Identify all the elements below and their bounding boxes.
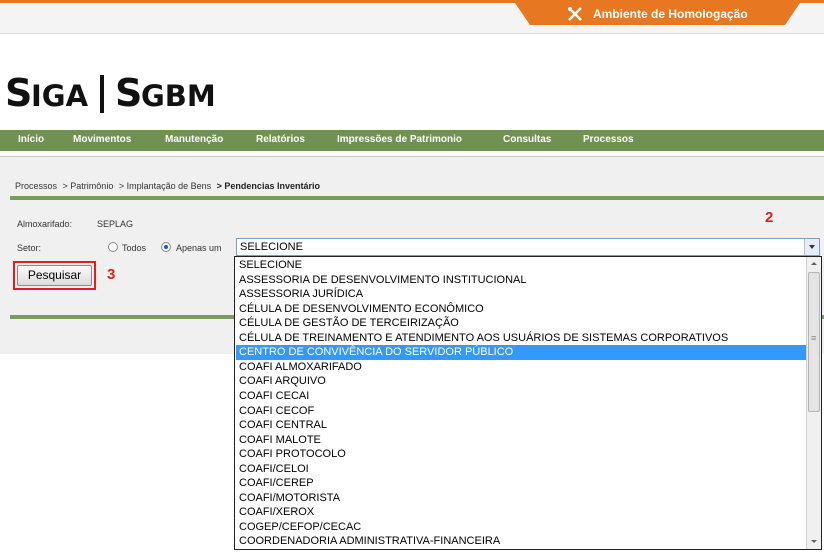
dropdown-option[interactable]: ASSESSORIA JURÍDICA — [236, 287, 806, 302]
breadcrumb-patrimonio[interactable]: > Patrimônio — [63, 181, 114, 191]
scroll-thumb[interactable] — [808, 272, 820, 412]
dropdown-option[interactable]: COAFI PROTOCOLO — [236, 447, 806, 462]
nav-item-relatorios[interactable]: Relatórios — [256, 134, 305, 145]
environment-label: Ambiente de Homologação — [593, 7, 748, 21]
dropdown-option[interactable]: COAFI/XEROX — [236, 505, 806, 520]
dropdown-option[interactable]: COAFI CECOF — [236, 404, 806, 419]
chevron-down-icon[interactable] — [804, 239, 819, 255]
scroll-up-arrow-icon[interactable] — [807, 257, 821, 271]
nav-item-movimentos[interactable]: Movimentos — [73, 134, 131, 145]
svg-text:S: S — [115, 71, 142, 115]
radio-apenas-um-label: Apenas um — [176, 243, 222, 253]
breadcrumb-current: > Pendencias Inventário — [216, 181, 320, 191]
separator-top — [10, 196, 824, 200]
breadcrumb-processos[interactable]: Processos — [15, 181, 57, 191]
almoxarifado-value: SEPLAG — [97, 219, 134, 229]
dropdown-option[interactable]: CÉLULA DE DESENVOLVIMENTO ECONÔMICO — [236, 302, 806, 317]
annotation-marker-2: 2 — [765, 209, 774, 226]
dropdown-option[interactable]: ASSESSORIA DE DESENVOLVIMENTO INSTITUCIO… — [236, 273, 806, 288]
setor-select[interactable]: SELECIONE — [236, 238, 820, 256]
setor-dropdown-list: SELECIONE ASSESSORIA DE DESENVOLVIMENTO I… — [234, 256, 822, 550]
dropdown-option[interactable]: CENTRO DE CONVIVÊNCIA DO SERVIDOR PÚBLIC… — [236, 345, 806, 360]
dropdown-option[interactable]: COAFI/CEREP — [236, 476, 806, 491]
nav-item-inicio[interactable]: Início — [18, 134, 44, 145]
dropdown-option[interactable]: COGEP/CEFOP/CECAC — [236, 520, 806, 535]
breadcrumb: Processos > Patrimônio > Implantação de … — [15, 181, 323, 191]
dropdown-option[interactable]: COAFI/MOTORISTA — [236, 491, 806, 506]
main-navigation: Início Movimentos Manutenção Relatórios … — [0, 130, 824, 151]
nav-item-impressoes[interactable]: Impressões de Patrimonio — [337, 134, 462, 145]
annotation-marker-3: 3 — [107, 266, 116, 283]
svg-text:S: S — [5, 71, 32, 115]
svg-text:GBM: GBM — [141, 79, 216, 113]
radio-apenas-um[interactable] — [161, 242, 171, 252]
search-button[interactable]: Pesquisar — [17, 265, 92, 286]
dropdown-option[interactable]: CÉLULA DE TREINAMENTO E ATENDIMENTO AOS … — [236, 331, 806, 346]
nav-item-processos[interactable]: Processos — [583, 134, 634, 145]
tools-icon — [568, 7, 582, 21]
dropdown-option[interactable]: COAFI MALOTE — [236, 433, 806, 448]
radio-todos-label: Todos — [122, 243, 147, 253]
top-bar: Ambiente de Homologação — [0, 0, 824, 34]
dropdown-option[interactable]: SELECIONE — [236, 258, 806, 273]
breadcrumb-implantacao[interactable]: > Implantação de Bens — [119, 181, 211, 191]
dropdown-option[interactable]: COAFI ARQUIVO — [236, 374, 806, 389]
dropdown-option[interactable]: COORDENADORIA ADMINISTRATIVA-FINANCEIRA — [236, 534, 806, 549]
nav-item-manutencao[interactable]: Manutenção — [165, 134, 223, 145]
dropdown-option[interactable]: COAFI CENTRAL — [236, 418, 806, 433]
nav-item-consultas[interactable]: Consultas — [503, 134, 551, 145]
siga-sgbm-logo: S IGA S GBM — [5, 68, 245, 116]
almoxarifado-label: Almoxarifado: — [17, 219, 73, 229]
dropdown-option[interactable]: COAFI CECAI — [236, 389, 806, 404]
dropdown-option[interactable]: COAFI ALMOXARIFADO — [236, 360, 806, 375]
dropdown-scrollbar[interactable] — [806, 257, 821, 549]
setor-label: Setor: — [17, 243, 42, 253]
radio-todos[interactable] — [108, 242, 118, 252]
svg-text:IGA: IGA — [31, 79, 89, 113]
scroll-down-arrow-icon[interactable] — [807, 535, 821, 549]
dropdown-option[interactable]: COAFI/CELOI — [236, 462, 806, 477]
setor-select-value: SELECIONE — [240, 241, 303, 253]
dropdown-option[interactable]: CÉLULA DE GESTÃO DE TERCEIRIZAÇÃO — [236, 316, 806, 331]
